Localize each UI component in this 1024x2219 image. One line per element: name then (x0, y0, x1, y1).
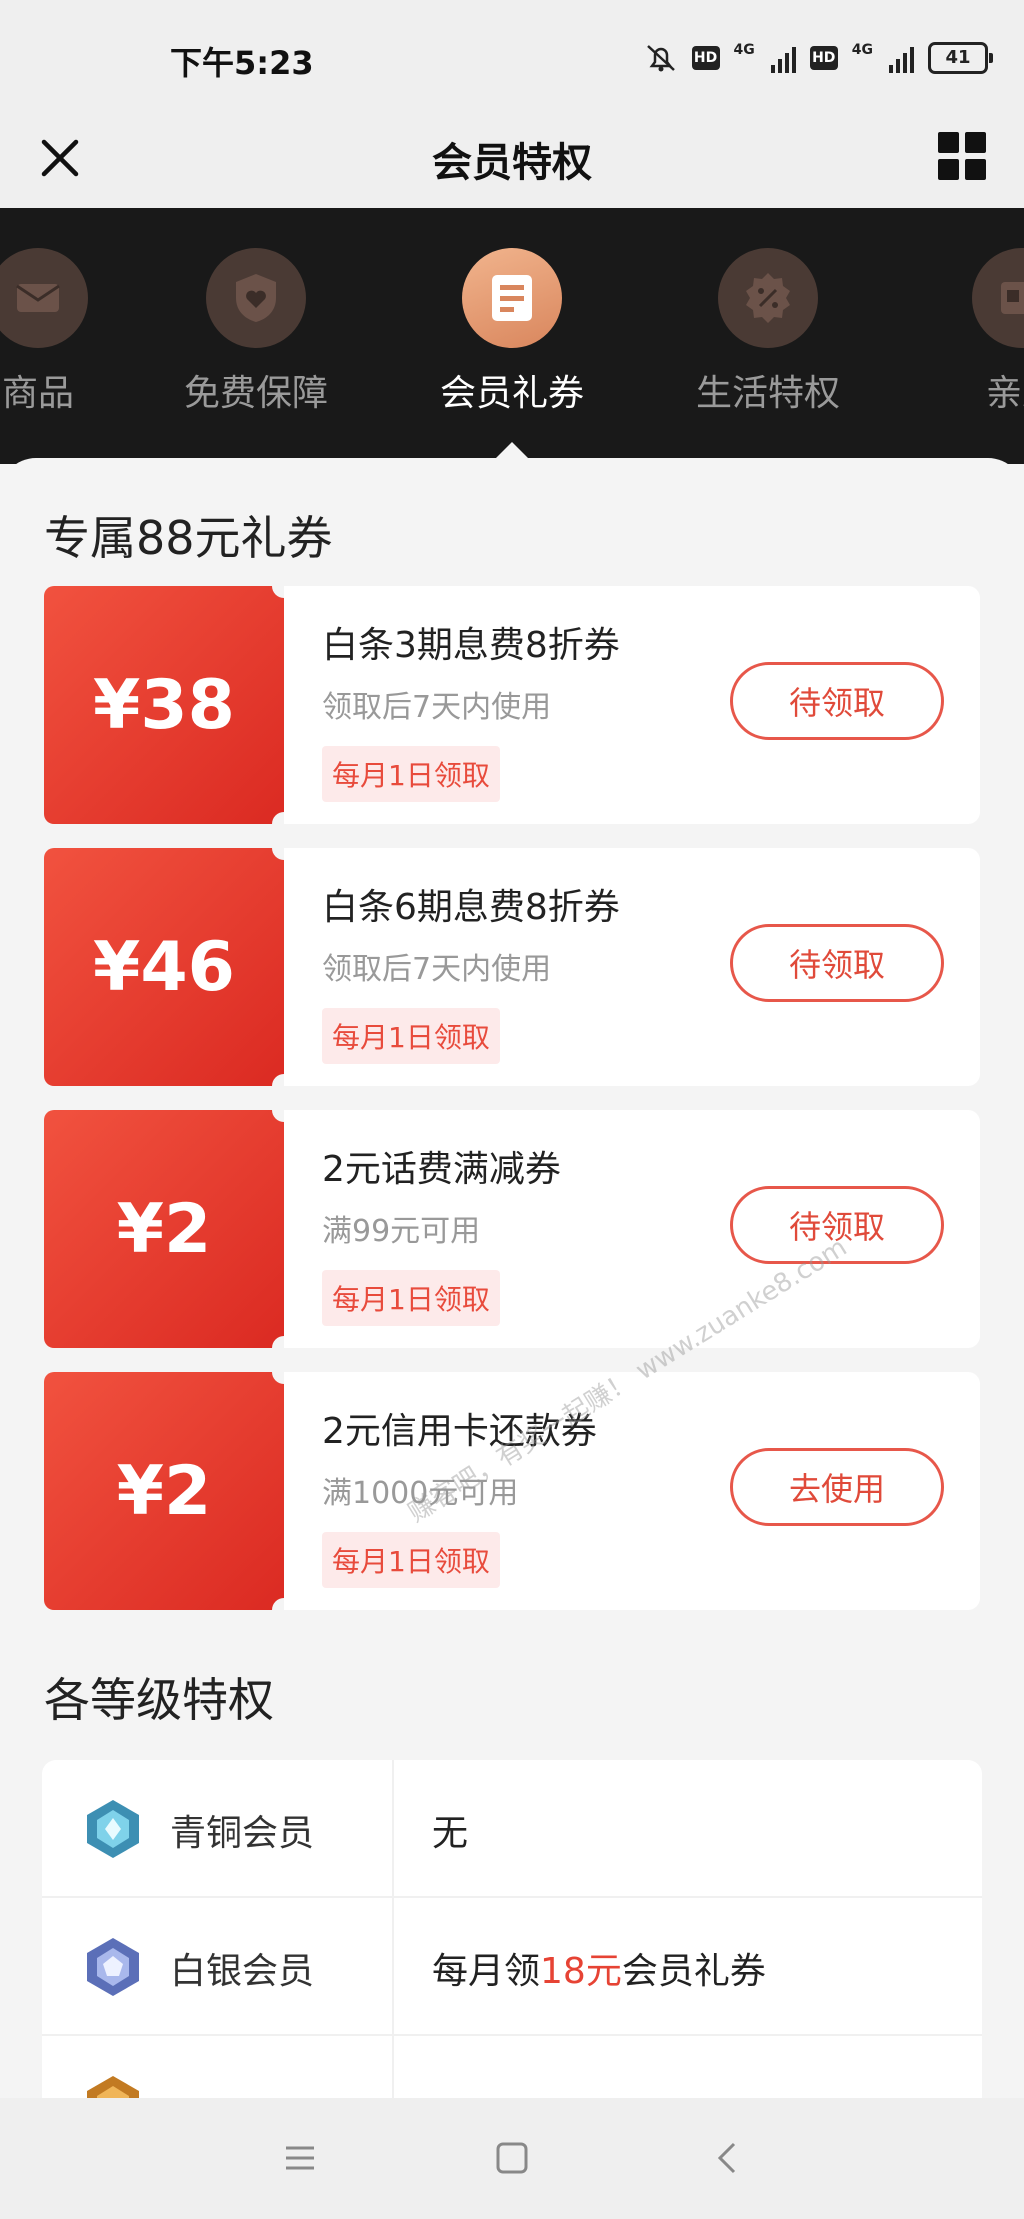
heart-shield-icon (206, 248, 306, 348)
system-nav-bar (0, 2098, 1024, 2219)
tier-benefit: 每月领18元会员礼券 (432, 1951, 766, 1992)
tier-benefit: 无 (432, 1813, 469, 1854)
coupon-condition: 领取后7天内使用 (322, 690, 552, 725)
coupon-amount: ¥46 (44, 848, 284, 1086)
coupons-section-title: 专属88元礼券 (44, 511, 333, 565)
coupon-name: 白条6期息费8折券 (322, 887, 620, 928)
grid-menu-icon[interactable] (938, 132, 986, 180)
tab-label: 商品 (1, 373, 74, 414)
coupon-tag: 每月1日领取 (322, 1008, 500, 1064)
network-label: 4G (851, 42, 873, 58)
coupon-card: ¥46 白条6期息费8折券 领取后7天内使用 每月1日领取 待领取 (44, 836, 980, 1098)
home-icon[interactable] (490, 2136, 534, 2180)
bell-off-icon (646, 45, 675, 72)
tier-row: 青铜会员 无 (42, 1760, 982, 1898)
coupon-name: 白条3期息费8折券 (322, 625, 620, 666)
coupon-name: 2元话费满减券 (322, 1149, 561, 1190)
signal-icon (889, 43, 914, 73)
signal-icon (770, 43, 796, 73)
tier-name: 青铜会员 (170, 1813, 315, 1854)
nav-bar: 会员特权 (0, 110, 1024, 208)
tab-label: 免费保障 (183, 373, 328, 414)
tab-member-coupons[interactable]: 会员礼券 (412, 248, 612, 416)
coupon-card: ¥38 白条3期息费8折券 领取后7天内使用 每月1日领取 待领取 (44, 574, 980, 836)
coupon-amount: ¥2 (44, 1372, 284, 1610)
tab-label: 生活特权 (695, 373, 840, 414)
coupon-body: 2元话费满减券 满99元可用 每月1日领取 待领取 (284, 1110, 980, 1348)
use-button[interactable]: 去使用 (730, 1448, 944, 1526)
coupon-card: ¥2 2元话费满减券 满99元可用 每月1日领取 待领取 (44, 1098, 980, 1360)
tiers-section-title: 各等级特权 (44, 1673, 274, 1727)
coupon-tag: 每月1日领取 (322, 1532, 500, 1588)
menu-icon[interactable] (278, 2136, 322, 2180)
coupon-condition: 满99元可用 (322, 1214, 481, 1249)
silver-gem-icon (87, 1938, 139, 1996)
back-icon[interactable] (706, 2136, 750, 2180)
coupon-icon (462, 248, 562, 348)
tab-family[interactable]: 亲友 (922, 248, 1024, 416)
battery-icon: 41 (928, 42, 993, 74)
bronze-gem-icon (87, 1800, 139, 1858)
tier-name: 白银会员 (170, 1951, 315, 1992)
status-icons: HD 4G HD 4G 41 (644, 42, 993, 74)
coupon-body: 白条3期息费8折券 领取后7天内使用 每月1日领取 待领取 (284, 586, 980, 824)
mail-icon (0, 248, 88, 348)
tier-row-partial (42, 2036, 982, 2098)
main-content: 专属88元礼券 ¥38 白条3期息费8折券 领取后7天内使用 每月1日领取 待领… (0, 458, 1024, 2098)
coupon-body: 2元信用卡还款券 满1000元可用 每月1日领取 去使用 (284, 1372, 980, 1610)
coupon-amount: ¥38 (44, 586, 284, 824)
status-bar: 下午5:23 HD 4G HD 4G 41 (0, 0, 1024, 110)
coupon-body: 白条6期息费8折券 领取后7天内使用 每月1日领取 待领取 (284, 848, 980, 1086)
hd-badge-icon: HD (809, 46, 838, 70)
coupon-tag: 每月1日领取 (322, 746, 500, 802)
tier-row: 白银会员 每月领18元会员礼券 (42, 1898, 982, 2036)
tab-life-privileges[interactable]: 生活特权 (668, 248, 868, 416)
claim-button[interactable]: 待领取 (730, 924, 944, 1002)
coupon-amount: ¥2 (44, 1110, 284, 1348)
network-label: 4G (733, 42, 755, 58)
tab-free-protection[interactable]: 免费保障 (156, 248, 356, 416)
claim-button[interactable]: 待领取 (730, 662, 944, 740)
tab-goods[interactable]: 商品 (0, 248, 138, 416)
coupon-card: ¥2 2元信用卡还款券 满1000元可用 每月1日领取 去使用 (44, 1360, 980, 1622)
coupon-tag: 每月1日领取 (322, 1270, 500, 1326)
tab-label: 会员礼券 (439, 373, 584, 414)
status-time: 下午5:23 (170, 44, 314, 82)
card-icon (972, 248, 1024, 348)
discount-badge-icon (718, 248, 818, 348)
tab-label: 亲友 (985, 373, 1024, 414)
category-tabs: 商品 免费保障 会员礼券 生活特权 亲友 (0, 208, 1024, 464)
tier-table: 青铜会员 无 白银会员 每月领18元会员礼券 (42, 1760, 982, 2098)
gold-gem-icon (87, 2076, 139, 2098)
page-title: 会员特权 (432, 140, 592, 186)
coupon-condition: 领取后7天内使用 (322, 952, 552, 987)
hd-badge-icon: HD (691, 46, 720, 70)
